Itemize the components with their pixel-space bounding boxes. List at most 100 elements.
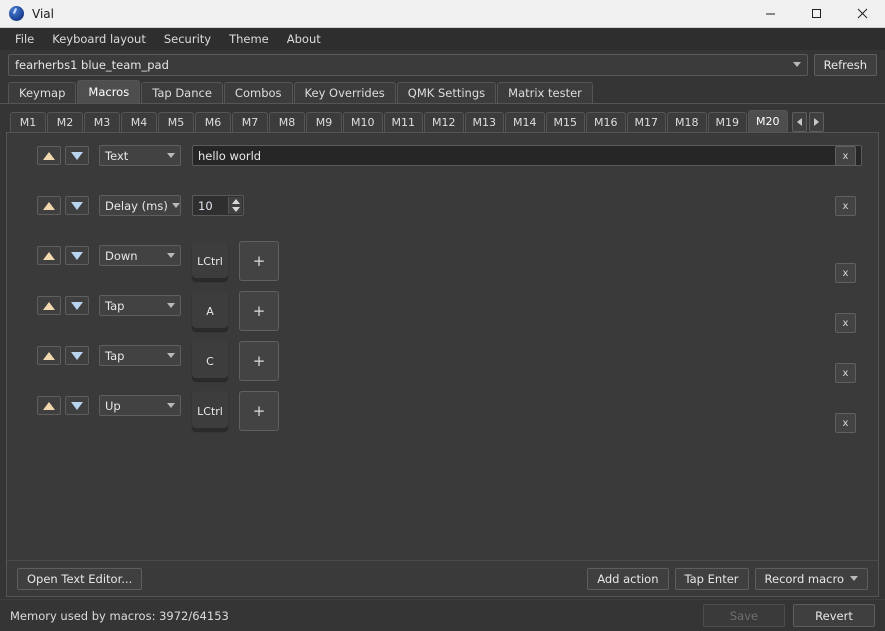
action-type-dropdown[interactable]: Tap (99, 295, 181, 316)
tab-keymap[interactable]: Keymap (8, 82, 77, 103)
move-down-button[interactable] (65, 146, 89, 165)
macro-tab-m10[interactable]: M10 (343, 112, 383, 132)
move-down-button[interactable] (65, 196, 89, 215)
chevron-down-icon (167, 253, 175, 258)
add-action-button[interactable]: Add action (587, 567, 669, 590)
keycap-button[interactable]: C (192, 341, 228, 381)
maximize-icon[interactable] (793, 0, 839, 28)
tab-tap-dance[interactable]: Tap Dance (141, 82, 223, 103)
macro-tab-m13[interactable]: M13 (464, 112, 504, 132)
action-type-dropdown[interactable]: Down (99, 245, 181, 266)
action-type-dropdown[interactable]: Text (99, 145, 181, 166)
macro-tab-m1[interactable]: M1 (10, 112, 46, 132)
status-bar: Memory used by macros: 3972/64153 Save R… (0, 599, 885, 631)
delete-action-button[interactable]: x (835, 313, 856, 333)
chevron-down-icon (167, 403, 175, 408)
tab-qmk-settings[interactable]: QMK Settings (396, 82, 497, 103)
menu-item-file[interactable]: File (6, 29, 43, 49)
action-type-value: Text (105, 148, 129, 163)
menu-item-about[interactable]: About (278, 29, 330, 49)
action-type-dropdown[interactable]: Tap (99, 345, 181, 366)
chevron-down-icon (792, 62, 801, 67)
add-key-button[interactable]: + (239, 291, 279, 331)
delete-action-button[interactable]: x (835, 263, 856, 283)
window-title: Vial (32, 6, 54, 21)
keycap-button[interactable]: A (192, 291, 228, 331)
menu-item-keyboard-layout[interactable]: Keyboard layout (43, 29, 155, 49)
macro-tab-m18[interactable]: M18 (667, 112, 707, 132)
close-icon[interactable] (839, 0, 885, 28)
action-type-dropdown[interactable]: Up (99, 395, 181, 416)
delete-action-button[interactable]: x (835, 196, 856, 216)
menu-item-security[interactable]: Security (155, 29, 220, 49)
chevron-down-icon (850, 576, 858, 581)
tab-matrix-tester[interactable]: Matrix tester (497, 82, 593, 103)
open-text-editor-button[interactable]: Open Text Editor... (17, 567, 143, 590)
refresh-button[interactable]: Refresh (813, 53, 877, 76)
macro-tab-scroll-controls (791, 112, 824, 132)
tab-key-overrides[interactable]: Key Overrides (293, 82, 396, 103)
add-key-button[interactable]: + (239, 341, 279, 381)
scroll-left-icon[interactable] (791, 112, 807, 132)
minimize-icon[interactable] (747, 0, 793, 28)
record-macro-label: Record macro (764, 571, 844, 586)
move-down-button[interactable] (65, 346, 89, 365)
macro-text-input[interactable]: hello world (192, 145, 862, 166)
move-up-button[interactable] (37, 246, 61, 265)
scroll-right-icon[interactable] (808, 112, 824, 132)
macro-tab-m9[interactable]: M9 (306, 112, 342, 132)
title-bar-left: Vial (0, 6, 747, 21)
macro-tab-m4[interactable]: M4 (121, 112, 157, 132)
spinner-increment-icon[interactable] (229, 197, 242, 206)
menu-item-theme[interactable]: Theme (220, 29, 278, 49)
macro-action-row: Tap A + x (13, 291, 872, 341)
delay-spinner[interactable]: 10 (192, 195, 244, 216)
reorder-buttons (37, 141, 89, 165)
macro-tab-m17[interactable]: M17 (626, 112, 666, 132)
tab-macros[interactable]: Macros (77, 80, 141, 103)
macro-tab-m8[interactable]: M8 (269, 112, 305, 132)
macro-tab-m20[interactable]: M20 (748, 110, 788, 132)
move-up-button[interactable] (37, 396, 61, 415)
keycap-button[interactable]: LCtrl (192, 241, 228, 281)
macro-tab-m14[interactable]: M14 (505, 112, 545, 132)
move-up-button[interactable] (37, 196, 61, 215)
macro-tab-m3[interactable]: M3 (84, 112, 120, 132)
move-down-button[interactable] (65, 246, 89, 265)
move-up-button[interactable] (37, 146, 61, 165)
move-down-button[interactable] (65, 296, 89, 315)
action-type-dropdown[interactable]: Delay (ms) (99, 195, 181, 216)
reorder-buttons (37, 191, 89, 215)
macro-tab-m12[interactable]: M12 (424, 112, 464, 132)
chevron-down-icon (167, 153, 175, 158)
macro-tab-m16[interactable]: M16 (586, 112, 626, 132)
macro-tab-m7[interactable]: M7 (232, 112, 268, 132)
macro-tab-m19[interactable]: M19 (707, 112, 747, 132)
tab-combos[interactable]: Combos (223, 82, 293, 103)
spinner-decrement-icon[interactable] (229, 206, 242, 215)
tap-enter-button[interactable]: Tap Enter (674, 567, 749, 590)
keycap-button[interactable]: LCtrl (192, 391, 228, 431)
add-key-button[interactable]: + (239, 391, 279, 431)
macro-tab-m2[interactable]: M2 (47, 112, 83, 132)
delete-action-button[interactable]: x (835, 146, 856, 166)
delete-action-button[interactable]: x (835, 413, 856, 433)
device-dropdown[interactable]: fearherbs1 blue_team_pad (8, 53, 808, 76)
delete-action-button[interactable]: x (835, 363, 856, 383)
add-key-button[interactable]: + (239, 241, 279, 281)
chevron-down-icon (171, 203, 180, 208)
move-up-button[interactable] (37, 296, 61, 315)
spinner-buttons (228, 197, 242, 214)
move-down-button[interactable] (65, 396, 89, 415)
save-button[interactable]: Save (703, 604, 785, 627)
macro-tab-m5[interactable]: M5 (158, 112, 194, 132)
reorder-buttons (37, 391, 89, 415)
macro-tab-m11[interactable]: M11 (383, 112, 423, 132)
revert-button[interactable]: Revert (793, 604, 875, 627)
record-macro-button[interactable]: Record macro (754, 567, 868, 590)
macro-tab-m15[interactable]: M15 (545, 112, 585, 132)
action-type-value: Up (105, 398, 121, 413)
move-up-button[interactable] (37, 346, 61, 365)
macro-tab-m6[interactable]: M6 (195, 112, 231, 132)
chevron-down-icon (167, 353, 175, 358)
